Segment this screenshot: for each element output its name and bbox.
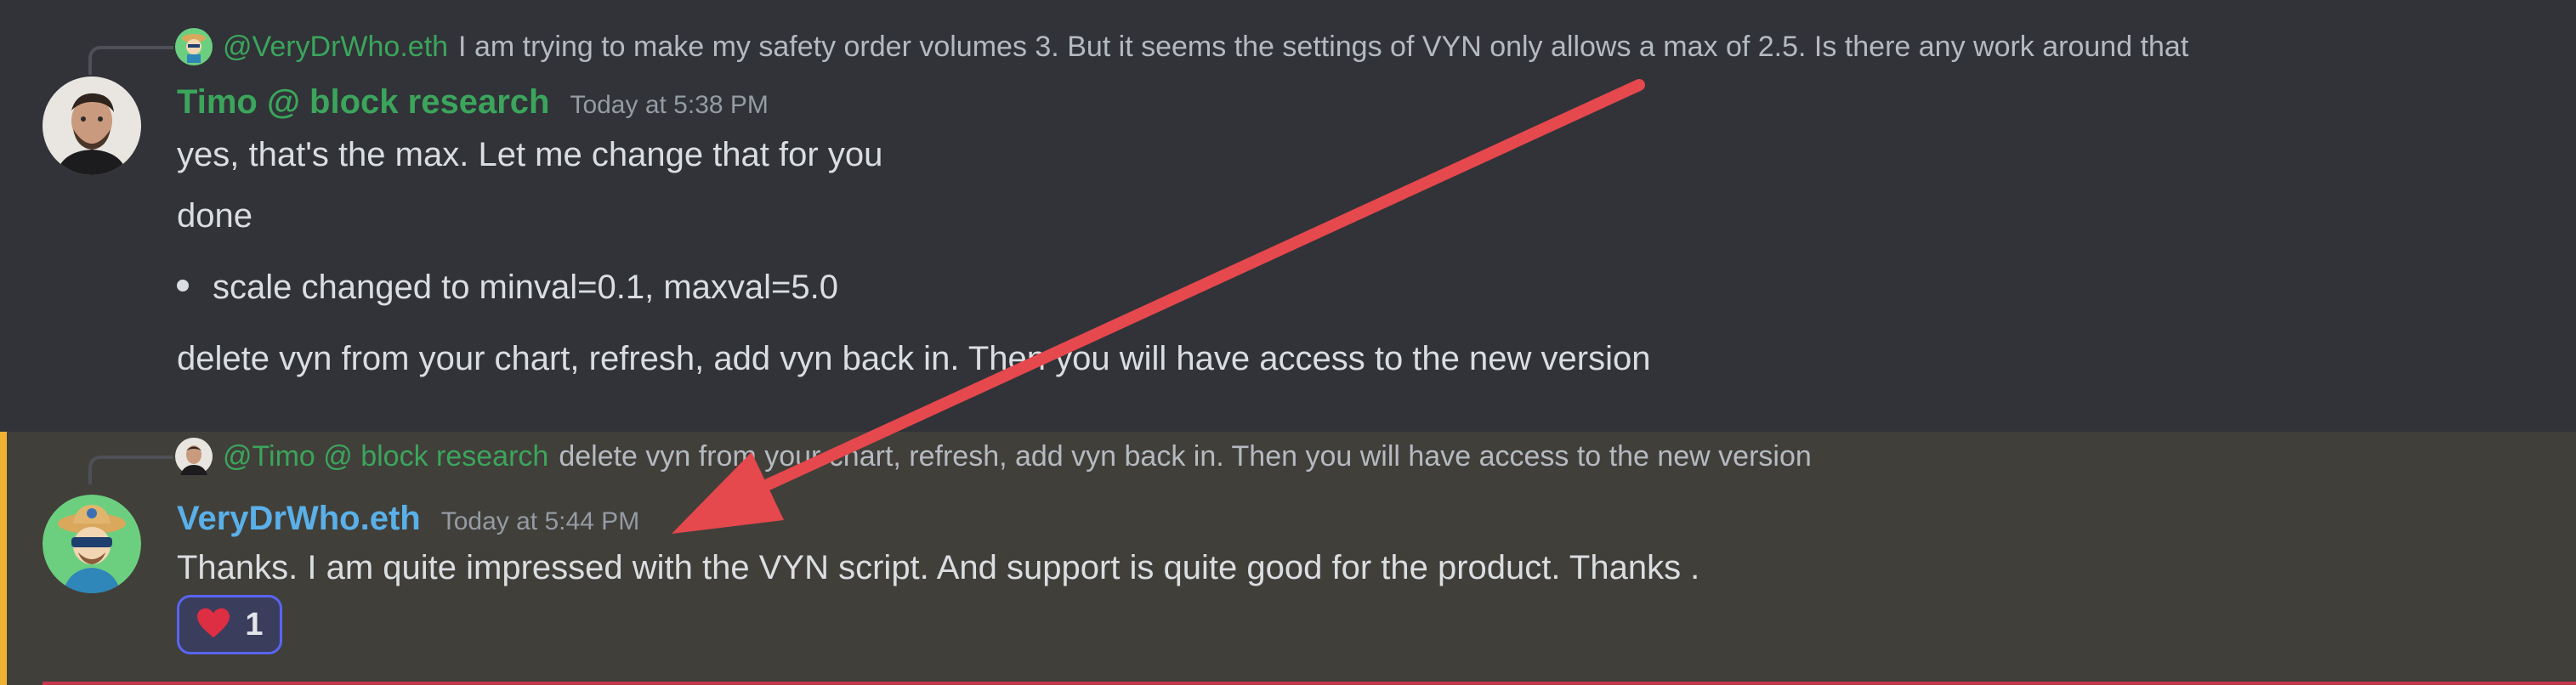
timestamp[interactable]: Today at 5:38 PM — [570, 91, 768, 120]
reply-text: delete vyn from your chart, refresh, add… — [559, 439, 1812, 473]
reply-mention[interactable]: @Timo @ block research — [223, 440, 548, 473]
reply-spine — [88, 46, 173, 75]
reaction-count: 1 — [245, 606, 264, 643]
timestamp[interactable]: Today at 5:44 PM — [441, 507, 639, 536]
reply-avatar-verydrwho — [175, 28, 213, 65]
message-timo: @VeryDrWho.eth I am trying to make my sa… — [0, 0, 2576, 432]
bullet-text: scale changed to minval=0.1, maxval=5.0 — [213, 269, 838, 306]
reply-mention[interactable]: @VeryDrWho.eth — [223, 31, 448, 64]
reply-preview[interactable]: @VeryDrWho.eth I am trying to make my sa… — [175, 27, 2188, 66]
author-name[interactable]: Timo @ block research — [177, 83, 549, 122]
reply-spine — [88, 456, 173, 484]
avatar-timo[interactable] — [43, 76, 141, 175]
reply-preview[interactable]: @Timo @ block research delete vyn from y… — [175, 437, 1812, 476]
bullet-dot — [177, 280, 189, 292]
message-header: VeryDrWho.eth Today at 5:44 PM — [177, 500, 639, 538]
new-messages-divider — [43, 682, 2576, 685]
author-name[interactable]: VeryDrWho.eth — [177, 500, 421, 538]
message-line: yes, that's the max. Let me change that … — [177, 136, 883, 173]
message-line: done — [177, 197, 252, 235]
message-line: Thanks. I am quite impressed with the VY… — [177, 549, 1700, 586]
heart-icon — [196, 607, 231, 643]
reaction-heart[interactable]: 1 — [177, 595, 282, 654]
bullet-item: scale changed to minval=0.1, maxval=5.0 — [177, 269, 838, 307]
message-verydrwho: @Timo @ block research delete vyn from y… — [0, 432, 2576, 685]
reply-avatar-timo — [175, 438, 213, 475]
avatar-verydrwho[interactable] — [43, 495, 141, 593]
reply-text: I am trying to make my safety order volu… — [458, 30, 2189, 63]
message-line: delete vyn from your chart, refresh, add… — [177, 340, 1651, 377]
message-header: Timo @ block research Today at 5:38 PM — [177, 83, 769, 122]
highlight-accent-bar — [0, 432, 7, 685]
